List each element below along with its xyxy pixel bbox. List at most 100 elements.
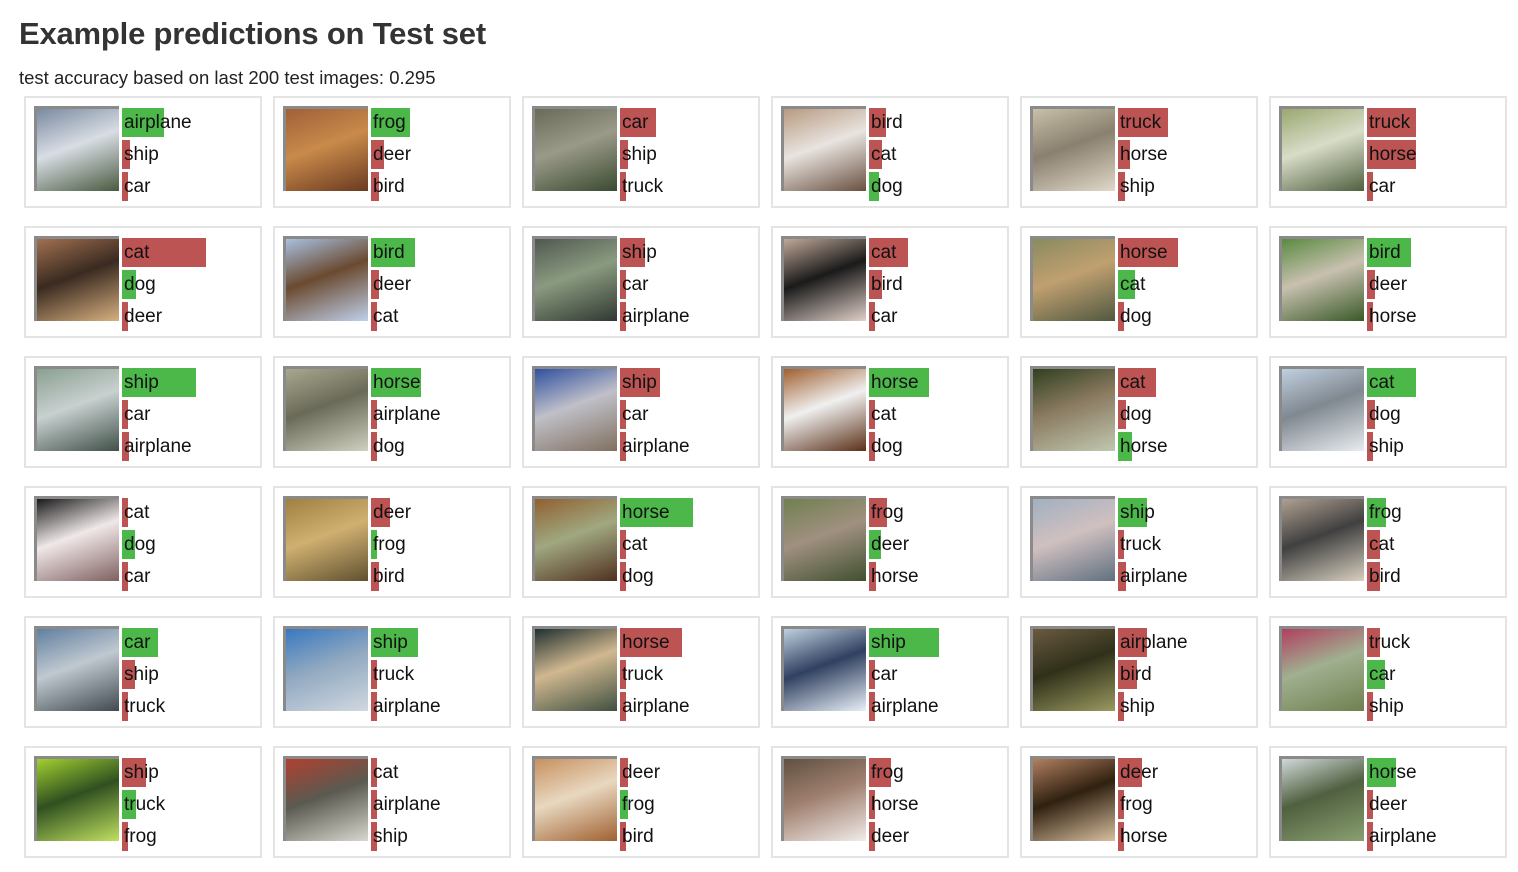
thumbnail-image xyxy=(1030,756,1115,841)
prediction-label: car xyxy=(622,404,649,425)
prediction-row: car xyxy=(122,400,258,432)
prediction-label: deer xyxy=(373,502,412,523)
prediction-label: truck xyxy=(1120,112,1162,133)
prediction-list: airplane ship car xyxy=(122,108,258,204)
prediction-label: frog xyxy=(1120,794,1153,815)
prediction-row: airplane xyxy=(1367,822,1503,854)
prediction-label: deer xyxy=(1369,274,1408,295)
prediction-label: airplane xyxy=(622,306,690,327)
prediction-row: horse xyxy=(1118,140,1254,172)
prediction-label: car xyxy=(124,404,151,425)
prediction-list: ship car airplane xyxy=(122,368,258,464)
thumbnail-image xyxy=(1030,106,1115,191)
prediction-row: horse xyxy=(1118,432,1254,464)
prediction-label: deer xyxy=(1120,762,1159,783)
prediction-list: car ship truck xyxy=(122,628,258,724)
prediction-row: cat xyxy=(1367,530,1503,562)
prediction-row: cat xyxy=(869,400,1005,432)
prediction-card: bird cat dog xyxy=(771,96,1009,208)
prediction-row: truck xyxy=(1367,628,1503,660)
prediction-row: deer xyxy=(371,270,507,302)
prediction-row: dog xyxy=(122,530,258,562)
prediction-label: frog xyxy=(871,502,904,523)
prediction-card: truck horse car xyxy=(1269,96,1507,208)
prediction-list: truck horse ship xyxy=(1118,108,1254,204)
prediction-row: deer xyxy=(1367,790,1503,822)
prediction-label: bird xyxy=(373,566,405,587)
prediction-label: deer xyxy=(1369,794,1408,815)
prediction-label: horse xyxy=(1120,826,1168,847)
prediction-label: deer xyxy=(373,274,412,295)
prediction-label: truck xyxy=(373,664,415,685)
accuracy-summary: test accuracy based on last 200 test ima… xyxy=(19,67,436,88)
prediction-list: frog horse deer xyxy=(869,758,1005,854)
prediction-card: ship truck airplane xyxy=(1020,486,1258,598)
prediction-row: bird xyxy=(1367,562,1503,594)
prediction-card: cat dog ship xyxy=(1269,356,1507,468)
prediction-label: car xyxy=(1369,664,1396,685)
predictions-grid: airplane ship car frog deer bird car ship truck b… xyxy=(24,96,1507,858)
prediction-label: ship xyxy=(1120,696,1155,717)
prediction-label: car xyxy=(622,274,649,295)
prediction-row: truck xyxy=(122,692,258,724)
thumbnail-image xyxy=(283,626,368,711)
prediction-label: horse xyxy=(871,566,919,587)
prediction-label: horse xyxy=(1369,306,1417,327)
prediction-list: cat bird car xyxy=(869,238,1005,334)
prediction-row: cat xyxy=(371,758,507,790)
prediction-row: ship xyxy=(122,660,258,692)
prediction-label: car xyxy=(871,664,898,685)
prediction-row: ship xyxy=(620,140,756,172)
prediction-row: frog xyxy=(371,530,507,562)
prediction-label: cat xyxy=(1369,534,1395,555)
prediction-label: truck xyxy=(622,664,664,685)
prediction-card: airplane bird ship xyxy=(1020,616,1258,728)
prediction-row: horse xyxy=(1367,140,1503,172)
prediction-row: ship xyxy=(122,758,258,790)
prediction-list: deer frog horse xyxy=(1118,758,1254,854)
prediction-row: ship xyxy=(371,822,507,854)
prediction-card: frog deer horse xyxy=(771,486,1009,598)
prediction-card: cat dog horse xyxy=(1020,356,1258,468)
prediction-label: frog xyxy=(124,826,157,847)
prediction-label: bird xyxy=(871,274,903,295)
prediction-row: truck xyxy=(122,790,258,822)
prediction-card: cat airplane ship xyxy=(273,746,511,858)
thumbnail-image xyxy=(283,496,368,581)
prediction-row: dog xyxy=(869,172,1005,204)
prediction-card: ship car airplane xyxy=(24,356,262,468)
prediction-row: truck xyxy=(620,660,756,692)
prediction-list: truck car ship xyxy=(1367,628,1503,724)
prediction-list: ship truck airplane xyxy=(1118,498,1254,594)
prediction-row: airplane xyxy=(620,302,756,334)
prediction-row: car xyxy=(1367,172,1503,204)
thumbnail-image xyxy=(781,626,866,711)
prediction-label: ship xyxy=(124,144,159,165)
thumbnail-image xyxy=(34,366,119,451)
prediction-row: deer xyxy=(869,822,1005,854)
thumbnail-image xyxy=(34,626,119,711)
prediction-label: cat xyxy=(1369,372,1395,393)
prediction-row: airplane xyxy=(869,692,1005,724)
prediction-row: horse xyxy=(869,368,1005,400)
prediction-card: ship car airplane xyxy=(522,226,760,338)
prediction-label: dog xyxy=(373,436,405,457)
prediction-label: deer xyxy=(871,534,910,555)
prediction-row: ship xyxy=(869,628,1005,660)
prediction-row: dog xyxy=(620,562,756,594)
prediction-row: ship xyxy=(1118,692,1254,724)
prediction-list: deer frog bird xyxy=(371,498,507,594)
prediction-card: truck car ship xyxy=(1269,616,1507,728)
prediction-list: cat dog ship xyxy=(1367,368,1503,464)
thumbnail-image xyxy=(283,366,368,451)
prediction-row: horse xyxy=(371,368,507,400)
prediction-label: airplane xyxy=(871,696,939,717)
prediction-label: ship xyxy=(1369,696,1404,717)
prediction-card: deer frog bird xyxy=(522,746,760,858)
prediction-label: airplane xyxy=(1120,632,1188,653)
prediction-label: dog xyxy=(871,436,903,457)
prediction-row: horse xyxy=(620,498,756,530)
prediction-list: ship truck airplane xyxy=(371,628,507,724)
prediction-list: bird deer cat xyxy=(371,238,507,334)
prediction-row: ship xyxy=(1367,692,1503,724)
